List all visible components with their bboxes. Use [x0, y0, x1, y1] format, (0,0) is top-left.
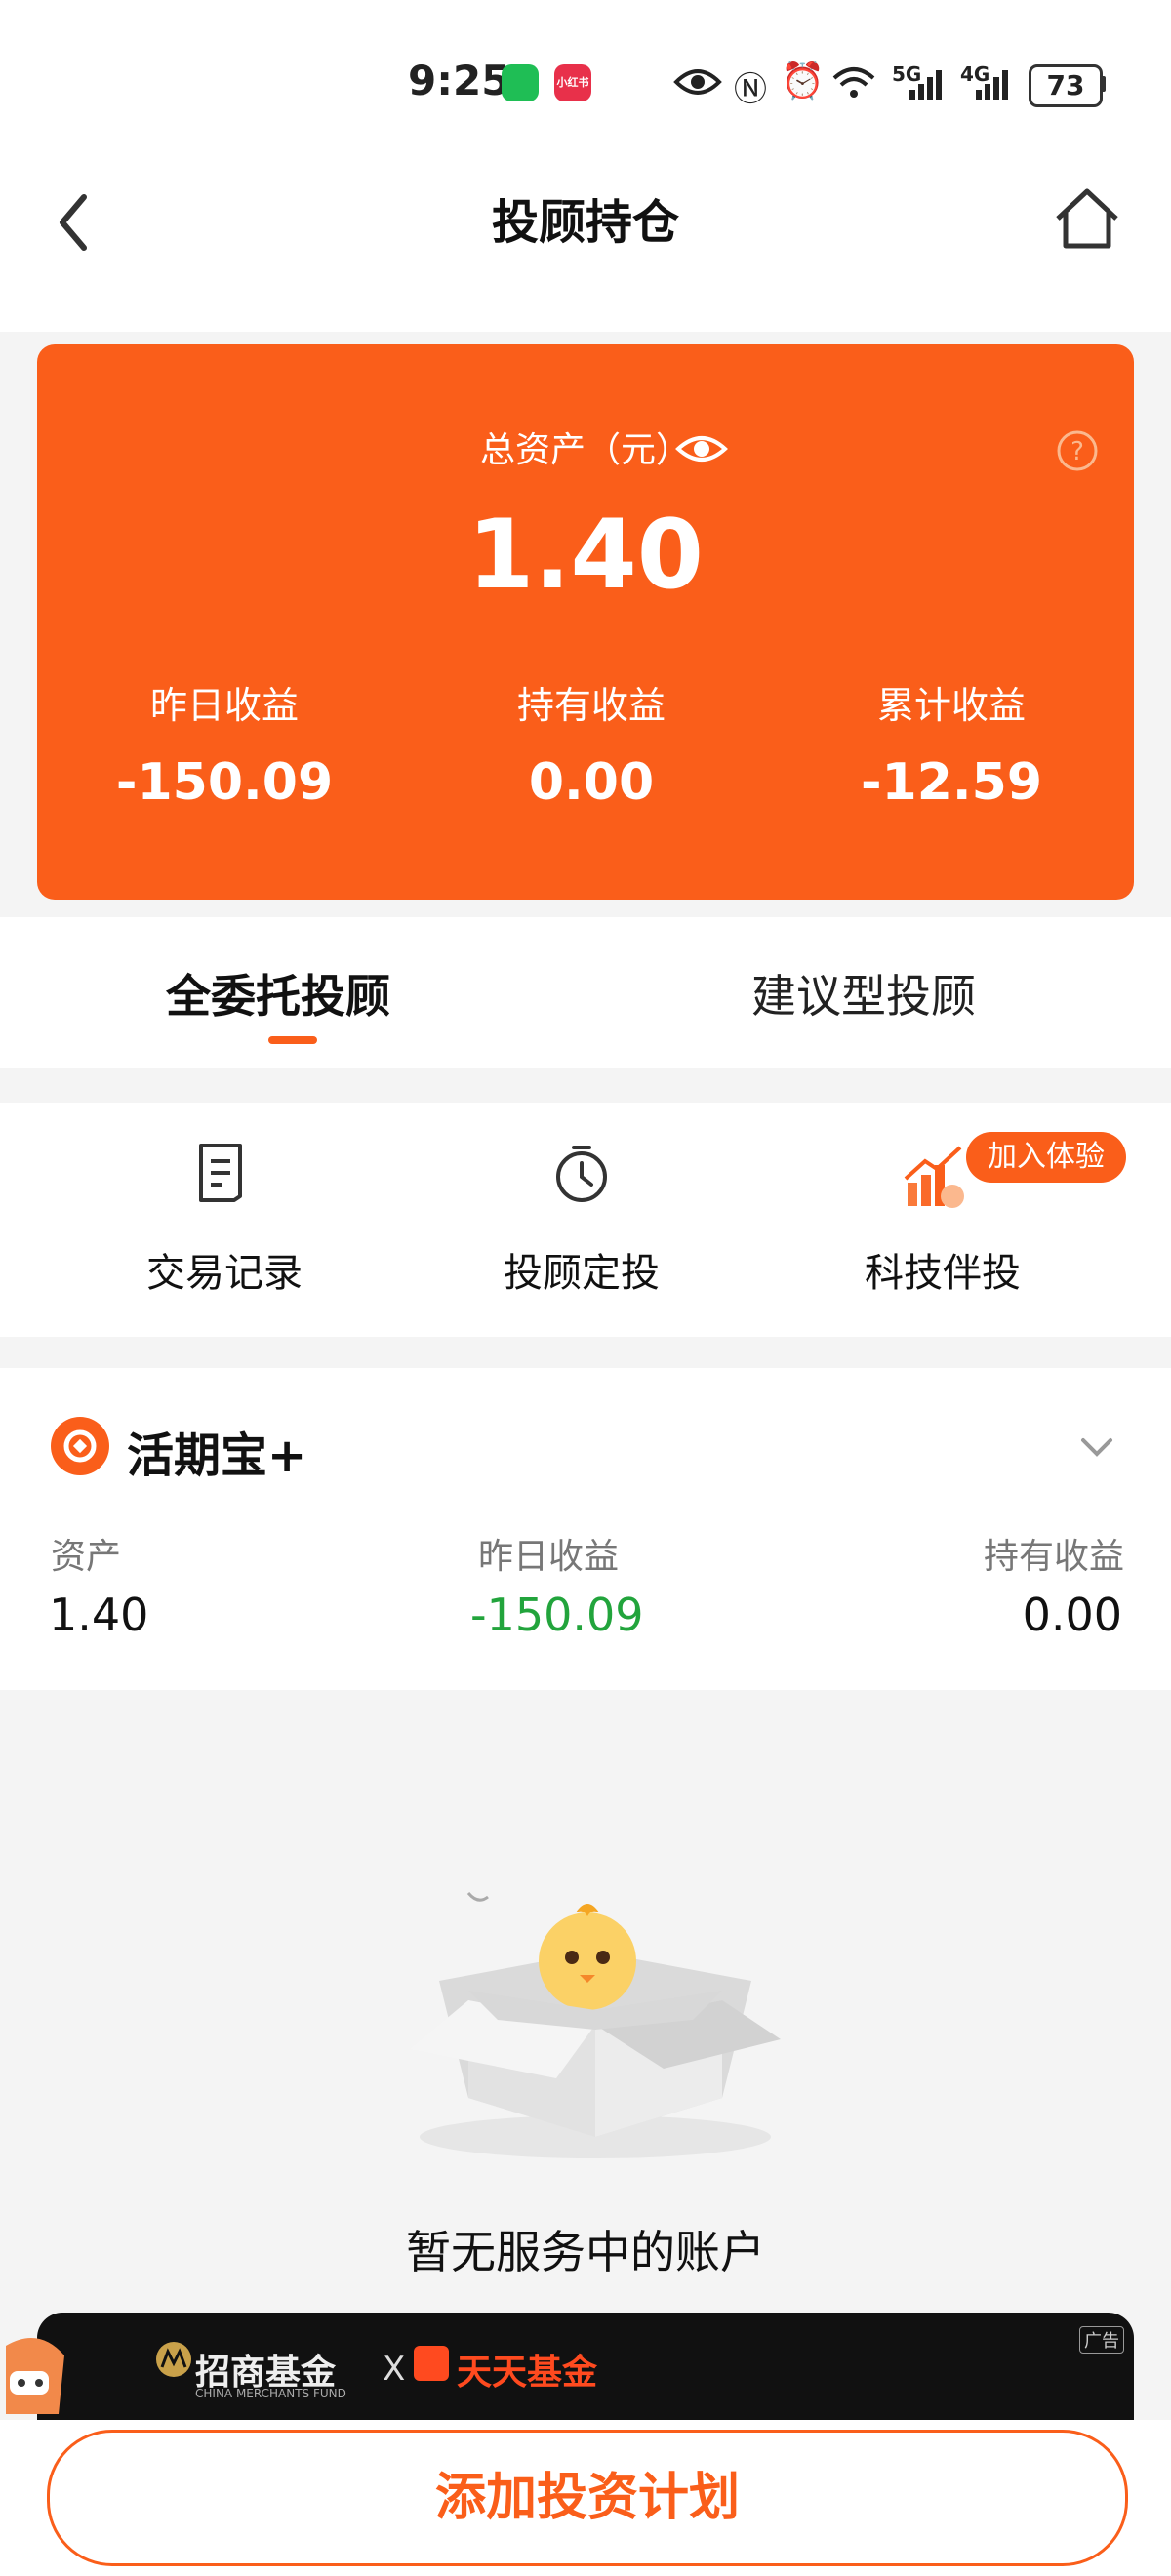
back-icon[interactable] [49, 183, 107, 262]
holding-earnings-value: 0.00 [528, 753, 655, 812]
try-it-badge[interactable]: 加入体验 [966, 1132, 1126, 1183]
xiaohongshu-icon: 小红书 [554, 64, 591, 101]
product-name: 活期宝+ [127, 1429, 307, 1483]
active-tab-indicator [268, 1036, 317, 1044]
regular-investment-label: 投顾定投 [504, 1251, 660, 1296]
empty-box-illustration [410, 1892, 781, 2158]
transaction-records-label: 交易记录 [146, 1251, 303, 1296]
tech-companion-label: 科技伴投 [865, 1251, 1021, 1296]
svg-text:?: ? [1070, 437, 1084, 466]
signal-icon-2 [976, 70, 1008, 100]
ad-brand-sub: CHINA MERCHANTS FUND [195, 2387, 346, 2400]
wifi-icon [832, 67, 875, 98]
visibility-eye-icon[interactable] [675, 429, 728, 468]
product-logo-icon [51, 1417, 109, 1475]
document-icon [199, 1144, 242, 1202]
home-icon[interactable] [1052, 183, 1122, 254]
holding-column-label: 持有收益 [983, 1537, 1124, 1577]
ad-cross: X [383, 2350, 406, 2389]
page-title: 投顾持仓 [491, 195, 679, 250]
yesterday-earnings-value: -150.09 [115, 753, 334, 812]
growth-chart-icon [904, 1146, 964, 1208]
tab-full-delegation[interactable]: 全委托投顾 [166, 961, 390, 1026]
yesterday-earnings-label: 昨日收益 [149, 684, 299, 727]
tab-advisory[interactable]: 建议型投顾 [751, 961, 976, 1026]
battery-indicator: 73 [1029, 64, 1103, 107]
chevron-down-icon[interactable] [1077, 1427, 1116, 1466]
add-investment-plan-button[interactable]: 添加投资计划 [47, 2430, 1128, 2566]
eye-icon [673, 69, 722, 95]
cmf-logo-icon [156, 2342, 191, 2377]
yesterday-column-label: 昨日收益 [478, 1537, 620, 1577]
total-assets-text: 总资产（元） [479, 430, 691, 470]
nfc-icon: Ⓝ [734, 70, 767, 109]
cumulative-earnings-value: -12.59 [860, 753, 1043, 812]
holding-earnings-label: 持有收益 [516, 684, 666, 727]
asset-column-value: 1.40 [49, 1589, 149, 1641]
total-assets-value: 1.40 [467, 500, 704, 611]
ad-tag: 广告 [1079, 2326, 1124, 2354]
mascot-icon[interactable] [0, 2326, 68, 2420]
total-assets-label: 总资产（元） [0, 422, 1171, 472]
empty-state-text: 暂无服务中的账户 [406, 2226, 765, 2278]
cumulative-earnings-label: 累计收益 [876, 684, 1026, 727]
battery-tip [1101, 76, 1106, 92]
ad-partner: 天天基金 [457, 2353, 598, 2393]
timer-icon [556, 1146, 607, 1202]
help-icon[interactable]: ? [1056, 429, 1099, 472]
tiantian-logo-icon [414, 2346, 449, 2381]
asset-column-label: 资产 [51, 1537, 122, 1577]
signal-icon [909, 70, 942, 100]
status-time: 9:25 [408, 57, 510, 104]
wechat-icon [502, 64, 539, 101]
yesterday-column-value: -150.09 [470, 1589, 644, 1641]
holding-column-value: 0.00 [1022, 1589, 1122, 1641]
alarm-icon: ⏰ [781, 61, 825, 101]
